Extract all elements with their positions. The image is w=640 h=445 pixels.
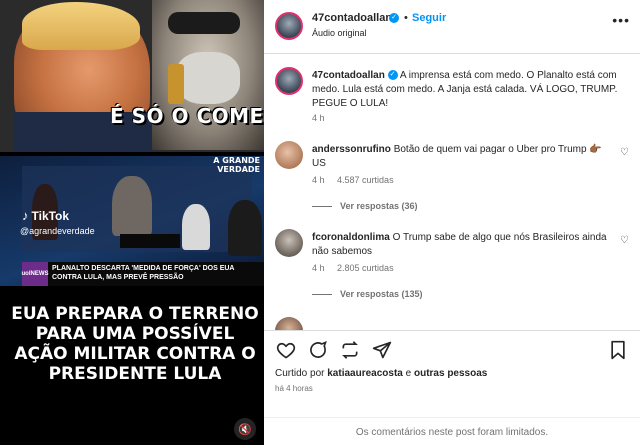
verified-icon: ✓: [389, 13, 399, 23]
replies-label: Ver respostas (135): [340, 289, 423, 299]
liked-prefix: Curtido por: [275, 368, 325, 379]
news-logo: uolNEWS: [22, 262, 49, 286]
author-username[interactable]: 47contadoallan: [312, 12, 392, 24]
studio-person-2: [112, 176, 152, 236]
heart-icon[interactable]: ♡: [620, 147, 629, 158]
audio-label[interactable]: Áudio original: [312, 28, 367, 38]
bookmark-icon[interactable]: [607, 339, 629, 361]
comment-suffix: US: [312, 158, 326, 169]
comment-text: fcoronaldonlima O Trump sabe de algo que…: [312, 231, 612, 259]
flag-icon: 👉🏾: [589, 144, 602, 155]
news-ticker: PLANALTO DESCARTA 'MEDIDA DE FORÇA' DOS …: [52, 265, 235, 281]
post-media[interactable]: É SÓ O COMEÇO A GRANDE VERDADE ♪ TikTok …: [0, 0, 264, 445]
caption-text: 47contadoallan ✓ A imprensa está com med…: [312, 69, 632, 111]
liked-others[interactable]: outras pessoas: [414, 368, 487, 379]
studio-person-4: [228, 200, 262, 256]
view-replies[interactable]: Ver respostas (36): [312, 201, 418, 211]
tiktok-handle: @agrandeverdade: [20, 226, 95, 236]
post-header: 47contadoallan ✓ • Seguir Áudio original…: [264, 0, 640, 54]
tiktok-icon: ♪: [22, 208, 29, 223]
comment-body: Botão de quem vai pagar o Uber pro Trump: [393, 144, 587, 155]
more-icon[interactable]: •••: [612, 12, 630, 28]
photo-left-hair: [22, 2, 140, 50]
tiktok-label: TikTok: [31, 208, 70, 223]
post-viewer: É SÓ O COMEÇO A GRANDE VERDADE ♪ TikTok …: [0, 0, 640, 445]
commenter-avatar[interactable]: [275, 141, 303, 169]
header-separator: •: [404, 12, 408, 24]
author-avatar[interactable]: [275, 12, 303, 40]
post-actions: Curtido por katiaaureacosta e outras pes…: [264, 330, 640, 445]
comments-limited-notice: Os comentários neste post foram limitado…: [264, 417, 640, 445]
studio-desk: [120, 234, 180, 248]
channel-watermark: A GRANDE VERDADE: [213, 156, 260, 174]
comment-likes[interactable]: 4.587 curtidas: [337, 175, 394, 185]
tiktok-watermark: ♪ TikTok: [22, 208, 69, 223]
media-panel-bottom: EUA PREPARA O TERRENO PARA UMA POSSÍVEL …: [0, 286, 264, 445]
photo-right-beard: [176, 52, 240, 104]
news-lower-third: uolNEWS PLANALTO DESCARTA 'MEDIDA DE FOR…: [22, 262, 264, 286]
commenter-username[interactable]: fcoronaldonlima: [312, 232, 390, 243]
comment-meta: 4 h 4.587 curtidas: [312, 175, 394, 185]
media-caption-top: É SÓ O COMEÇO: [110, 104, 264, 128]
caption-time: 4 h: [312, 113, 325, 123]
comment-meta: 4 h 2.805 curtidas: [312, 263, 394, 273]
comment-time: 4 h: [312, 263, 325, 273]
media-panel-news: A GRANDE VERDADE ♪ TikTok @agrandeverdad…: [0, 156, 264, 286]
commenter-username[interactable]: anderssonrufino: [312, 144, 391, 155]
share-icon[interactable]: [371, 339, 393, 361]
studio-person-3: [182, 204, 210, 250]
view-replies[interactable]: Ver respostas (135): [312, 289, 423, 299]
liked-by: Curtido por katiaaureacosta e outras pes…: [275, 368, 487, 379]
follow-button[interactable]: Seguir: [412, 12, 446, 24]
caption-avatar[interactable]: [275, 67, 303, 95]
liked-and: e: [405, 368, 412, 379]
heart-icon[interactable]: [275, 339, 297, 361]
comment-text: anderssonrufino Botão de quem vai pagar …: [312, 143, 612, 171]
comment-icon[interactable]: [307, 339, 329, 361]
media-caption-bottom: EUA PREPARA O TERRENO PARA UMA POSSÍVEL …: [11, 304, 259, 384]
caption-username[interactable]: 47contadoallan: [312, 70, 385, 81]
heart-icon[interactable]: ♡: [620, 235, 629, 246]
commenter-avatar[interactable]: [275, 317, 303, 330]
photo-right-goggles: [168, 12, 240, 34]
post-sidebar: 47contadoallan ✓ • Seguir Áudio original…: [264, 0, 640, 445]
replies-line: [312, 205, 332, 207]
photo-right-bottle: [168, 64, 184, 104]
repost-icon[interactable]: [339, 339, 361, 361]
post-timestamp: há 4 horas: [275, 384, 313, 393]
replies-label: Ver respostas (36): [340, 201, 418, 211]
comment-likes[interactable]: 2.805 curtidas: [337, 263, 394, 273]
comments-list[interactable]: 47contadoallan ✓ A imprensa está com med…: [264, 55, 640, 330]
comment-time: 4 h: [312, 175, 325, 185]
verified-icon: ✓: [387, 70, 398, 81]
liked-user[interactable]: katiaaureacosta: [327, 368, 403, 379]
commenter-avatar[interactable]: [275, 229, 303, 257]
replies-line: [312, 293, 332, 295]
mute-icon[interactable]: 🔇: [234, 418, 256, 440]
media-panel-top: É SÓ O COMEÇO: [0, 0, 264, 152]
